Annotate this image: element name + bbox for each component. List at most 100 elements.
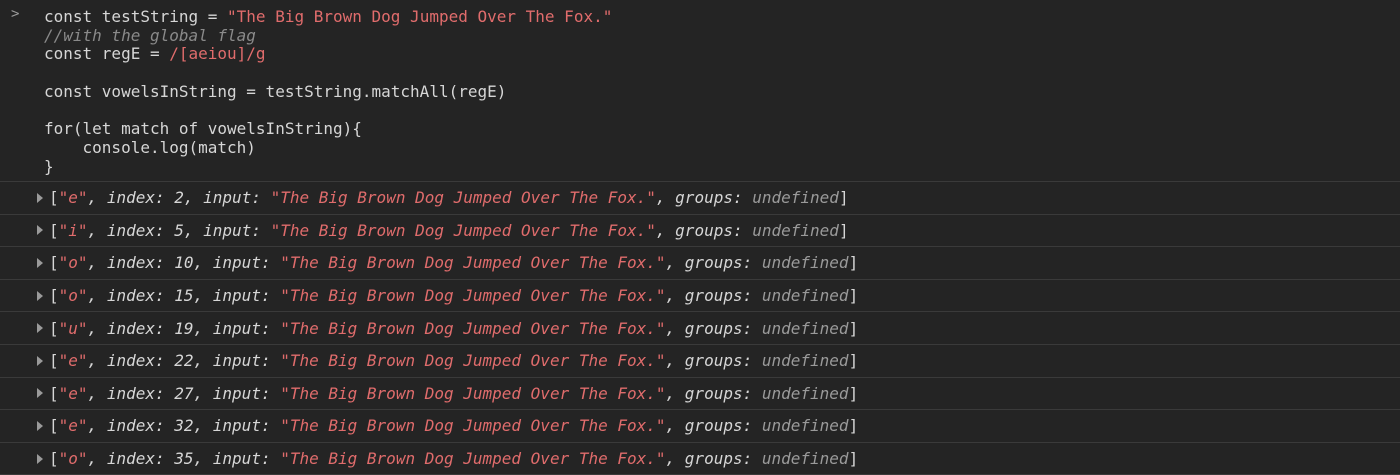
groups-label: groups: (684, 383, 762, 403)
separator: , (193, 449, 213, 469)
match-value: "e" (58, 351, 88, 371)
devtools-console: > const testString = "The Big Brown Dog … (0, 0, 1400, 475)
console-log-entry[interactable]: ["o", index: 10, input: "The Big Brown D… (0, 247, 1400, 280)
index-label: index: (106, 416, 175, 436)
groups-label: groups: (675, 220, 753, 240)
expand-triangle-icon[interactable] (37, 290, 43, 301)
separator: , (665, 286, 685, 306)
close-bracket: ] (838, 188, 849, 208)
separator: , (665, 253, 685, 273)
separator: , (183, 188, 204, 208)
input-value: "The Big Brown Dog Jumped Over The Fox." (280, 416, 666, 436)
separator: , (193, 416, 213, 436)
index-label: index: (106, 383, 175, 403)
index-label: index: (106, 351, 175, 371)
index-label: index: (106, 449, 175, 469)
close-bracket: ] (848, 351, 859, 371)
expand-triangle-icon[interactable] (37, 453, 43, 464)
code-line: } (44, 156, 612, 177)
groups-label: groups: (684, 286, 762, 306)
separator: , (193, 318, 213, 338)
groups-label: groups: (684, 416, 762, 436)
input-value: "The Big Brown Dog Jumped Over The Fox." (280, 318, 666, 338)
separator: , (87, 449, 107, 469)
input-value: "The Big Brown Dog Jumped Over The Fox." (280, 383, 666, 403)
console-output-list: ["e", index: 2, input: "The Big Brown Do… (0, 182, 1400, 475)
code-token: const vowelsInString = testString.matchA… (44, 81, 507, 101)
separator: , (87, 416, 107, 436)
expand-triangle-icon[interactable] (37, 355, 43, 366)
open-bracket: [ (49, 351, 59, 371)
code-comment-token: //with the global flag (44, 25, 256, 45)
expand-triangle-icon[interactable] (37, 192, 43, 203)
console-log-entry[interactable]: ["e", index: 32, input: "The Big Brown D… (0, 410, 1400, 443)
open-bracket: [ (49, 416, 59, 436)
input-label: input: (212, 286, 281, 306)
index-value: 5 (174, 220, 184, 240)
separator: , (665, 383, 685, 403)
console-log-entry[interactable]: ["e", index: 2, input: "The Big Brown Do… (0, 182, 1400, 215)
index-value: 32 (174, 416, 194, 436)
input-value: "The Big Brown Dog Jumped Over The Fox." (280, 449, 666, 469)
separator: , (87, 188, 107, 208)
groups-label: groups: (684, 318, 762, 338)
groups-value: undefined (761, 383, 849, 403)
groups-value: undefined (752, 220, 839, 240)
code-line: const regE = /[aeiou]/g (44, 45, 612, 64)
groups-value: undefined (761, 416, 849, 436)
open-bracket: [ (49, 318, 59, 338)
index-label: index: (106, 286, 175, 306)
code-token: } (44, 156, 54, 176)
open-bracket: [ (49, 449, 59, 469)
index-label: index: (106, 188, 175, 208)
separator: , (193, 383, 213, 403)
code-editor[interactable]: const testString = "The Big Brown Dog Ju… (44, 7, 612, 177)
groups-value: undefined (761, 286, 849, 306)
separator: , (193, 351, 213, 371)
expand-triangle-icon[interactable] (37, 225, 43, 236)
open-bracket: [ (49, 253, 59, 273)
expand-triangle-icon[interactable] (37, 420, 43, 431)
open-bracket: [ (49, 188, 59, 208)
code-line: for(let match of vowelsInString){ (44, 119, 612, 139)
input-label: input: (212, 416, 281, 436)
console-log-entry[interactable]: ["e", index: 27, input: "The Big Brown D… (0, 378, 1400, 411)
index-value: 27 (174, 383, 194, 403)
code-line: //with the global flag (44, 25, 612, 46)
close-bracket: ] (848, 416, 859, 436)
code-token: const testString = (44, 7, 228, 26)
separator: , (87, 286, 107, 306)
input-label: input: (203, 188, 271, 208)
console-log-entry[interactable]: ["e", index: 22, input: "The Big Brown D… (0, 345, 1400, 378)
index-label: index: (106, 318, 175, 338)
groups-value: undefined (761, 318, 849, 338)
console-log-entry[interactable]: ["u", index: 19, input: "The Big Brown D… (0, 312, 1400, 345)
expand-triangle-icon[interactable] (37, 323, 43, 334)
console-log-entry[interactable]: ["i", index: 5, input: "The Big Brown Do… (0, 215, 1400, 248)
console-log-entry[interactable]: ["o", index: 35, input: "The Big Brown D… (0, 443, 1400, 475)
input-label: input: (212, 318, 281, 338)
open-bracket: [ (49, 383, 59, 403)
code-token: console.log(match) (44, 137, 256, 157)
close-bracket: ] (848, 318, 859, 338)
groups-value: undefined (761, 449, 849, 469)
separator: , (183, 220, 204, 240)
open-bracket: [ (49, 286, 59, 306)
close-bracket: ] (848, 383, 859, 403)
separator: , (87, 318, 107, 338)
match-value: "o" (58, 286, 88, 306)
open-bracket: [ (49, 220, 59, 240)
code-line: const vowelsInString = testString.matchA… (44, 81, 612, 102)
expand-triangle-icon[interactable] (37, 388, 43, 399)
close-bracket: ] (848, 253, 859, 273)
input-label: input: (203, 220, 271, 240)
separator: , (655, 220, 676, 240)
match-value: "o" (58, 253, 88, 273)
input-value: "The Big Brown Dog Jumped Over The Fox." (280, 351, 666, 371)
index-label: index: (106, 220, 175, 240)
input-label: input: (212, 449, 281, 469)
console-log-entry[interactable]: ["o", index: 15, input: "The Big Brown D… (0, 280, 1400, 313)
expand-triangle-icon[interactable] (37, 257, 43, 268)
